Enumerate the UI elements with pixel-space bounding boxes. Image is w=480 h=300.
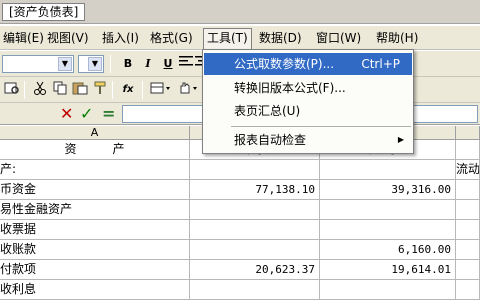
menu-view[interactable]: 视图(V) <box>44 30 92 47</box>
cancel-edit-icon[interactable]: ✕ <box>60 104 73 124</box>
table-row: 易性金融资产 <box>0 200 480 220</box>
bold-button[interactable]: B <box>118 55 138 73</box>
paste-icon[interactable] <box>70 81 90 99</box>
menu-item-shortcut: Ctrl+P <box>361 57 400 71</box>
print-preview-icon[interactable] <box>2 81 22 99</box>
menu-data[interactable]: 数据(D) <box>256 30 305 47</box>
cell-closing[interactable]: 20,623.37 <box>190 260 320 280</box>
cell-opening[interactable] <box>320 280 456 300</box>
table-row: 币资金 77,138.10 39,316.00 <box>0 180 480 200</box>
font-name-combo[interactable]: ▼ <box>2 55 74 73</box>
toolbar-separator <box>110 55 111 73</box>
accept-edit-icon[interactable]: ✓ <box>80 104 93 124</box>
menu-insert[interactable]: 插入(I) <box>99 30 142 47</box>
cell-opening[interactable] <box>320 220 456 240</box>
toolbar-separator <box>24 81 25 99</box>
cell-extra[interactable] <box>456 200 480 220</box>
cell-closing[interactable] <box>190 280 320 300</box>
insert-table-icon[interactable] <box>148 81 174 99</box>
cell-opening[interactable]: 19,614.01 <box>320 260 456 280</box>
menu-tools[interactable]: 工具(T) <box>203 28 252 50</box>
cell-closing[interactable] <box>190 200 320 220</box>
cell-closing[interactable] <box>190 220 320 240</box>
column-header[interactable] <box>456 126 480 140</box>
cell-opening[interactable] <box>320 200 456 220</box>
cell-extra[interactable] <box>456 220 480 240</box>
cell-item[interactable]: 收账款 <box>0 240 190 260</box>
cell-item[interactable]: 付款项 <box>0 260 190 280</box>
cell-extra[interactable] <box>456 260 480 280</box>
copy-icon[interactable] <box>50 81 70 99</box>
cell-opening[interactable]: 6,160.00 <box>320 240 456 260</box>
equals-formula-icon[interactable]: = <box>102 104 115 124</box>
table-row: 收利息 <box>0 280 480 300</box>
menu-item-sheet-summary[interactable]: 表页汇总(U) <box>204 100 412 122</box>
menu-item-auto-check[interactable]: 报表自动检查 ▶ <box>204 129 412 151</box>
header-cell-assets[interactable]: 资 产 <box>0 140 190 160</box>
document-title: [资产负债表] <box>2 3 86 21</box>
table-row: 收票据 <box>0 220 480 240</box>
toolbar-separator <box>142 81 143 99</box>
header-cell[interactable] <box>456 140 480 160</box>
menu-item-label: 公式取数参数(P)... <box>234 57 335 71</box>
cell-extra[interactable] <box>456 240 480 260</box>
cell-closing[interactable]: 77,138.10 <box>190 180 320 200</box>
table-row: 收账款 6,160.00 <box>0 240 480 260</box>
cell-closing[interactable] <box>190 240 320 260</box>
cell-item[interactable]: 币资金 <box>0 180 190 200</box>
cell-item[interactable]: 收利息 <box>0 280 190 300</box>
italic-button[interactable]: I <box>138 55 158 73</box>
chevron-down-icon[interactable]: ▼ <box>88 57 102 71</box>
table-row: 产: 流动 <box>0 160 480 180</box>
tools-dropdown-menu: 公式取数参数(P)... Ctrl+P 转换旧版本公式(F)... 表页汇总(U… <box>202 49 414 154</box>
menu-item-convert-formula[interactable]: 转换旧版本公式(F)... <box>204 77 412 99</box>
cell-closing[interactable] <box>190 160 320 180</box>
format-painter-icon[interactable] <box>90 81 110 99</box>
table-row: 付款项 20,623.37 19,614.01 <box>0 260 480 280</box>
pan-hand-icon[interactable] <box>176 81 202 99</box>
menu-bar: 编辑(E) 视图(V) 插入(I) 格式(G) 工具(T) 数据(D) 窗口(W… <box>0 26 480 50</box>
menu-edit[interactable]: 编辑(E) <box>0 30 47 47</box>
font-size-combo[interactable]: ▼ <box>78 55 104 73</box>
cell-item[interactable]: 易性金融资产 <box>0 200 190 220</box>
cell-extra[interactable]: 流动 <box>456 160 480 180</box>
cut-icon[interactable] <box>30 81 50 99</box>
cell-item[interactable]: 收票据 <box>0 220 190 240</box>
menu-item-label: 报表自动检查 <box>234 133 307 147</box>
menu-item-formula-params[interactable]: 公式取数参数(P)... Ctrl+P <box>204 53 412 75</box>
underline-button[interactable]: U <box>158 55 178 73</box>
menu-item-label: 表页汇总(U) <box>234 104 301 118</box>
submenu-arrow-icon: ▶ <box>397 135 404 144</box>
menu-window[interactable]: 窗口(W) <box>313 30 364 47</box>
toolbar-separator <box>112 81 113 99</box>
menu-help[interactable]: 帮助(H) <box>373 30 421 47</box>
menu-separator <box>231 126 411 127</box>
cell-extra[interactable] <box>456 180 480 200</box>
function-button[interactable]: fx <box>118 81 138 99</box>
menu-item-label: 转换旧版本公式(F)... <box>234 81 346 95</box>
cell-item[interactable]: 产: <box>0 160 190 180</box>
column-header-a[interactable]: A <box>0 126 190 140</box>
cell-opening[interactable]: 39,316.00 <box>320 180 456 200</box>
chevron-down-icon[interactable]: ▼ <box>58 57 72 71</box>
cell-extra[interactable] <box>456 280 480 300</box>
menu-format[interactable]: 格式(G) <box>147 30 196 47</box>
cell-opening[interactable] <box>320 160 456 180</box>
title-bar: [资产负债表] <box>0 0 480 24</box>
